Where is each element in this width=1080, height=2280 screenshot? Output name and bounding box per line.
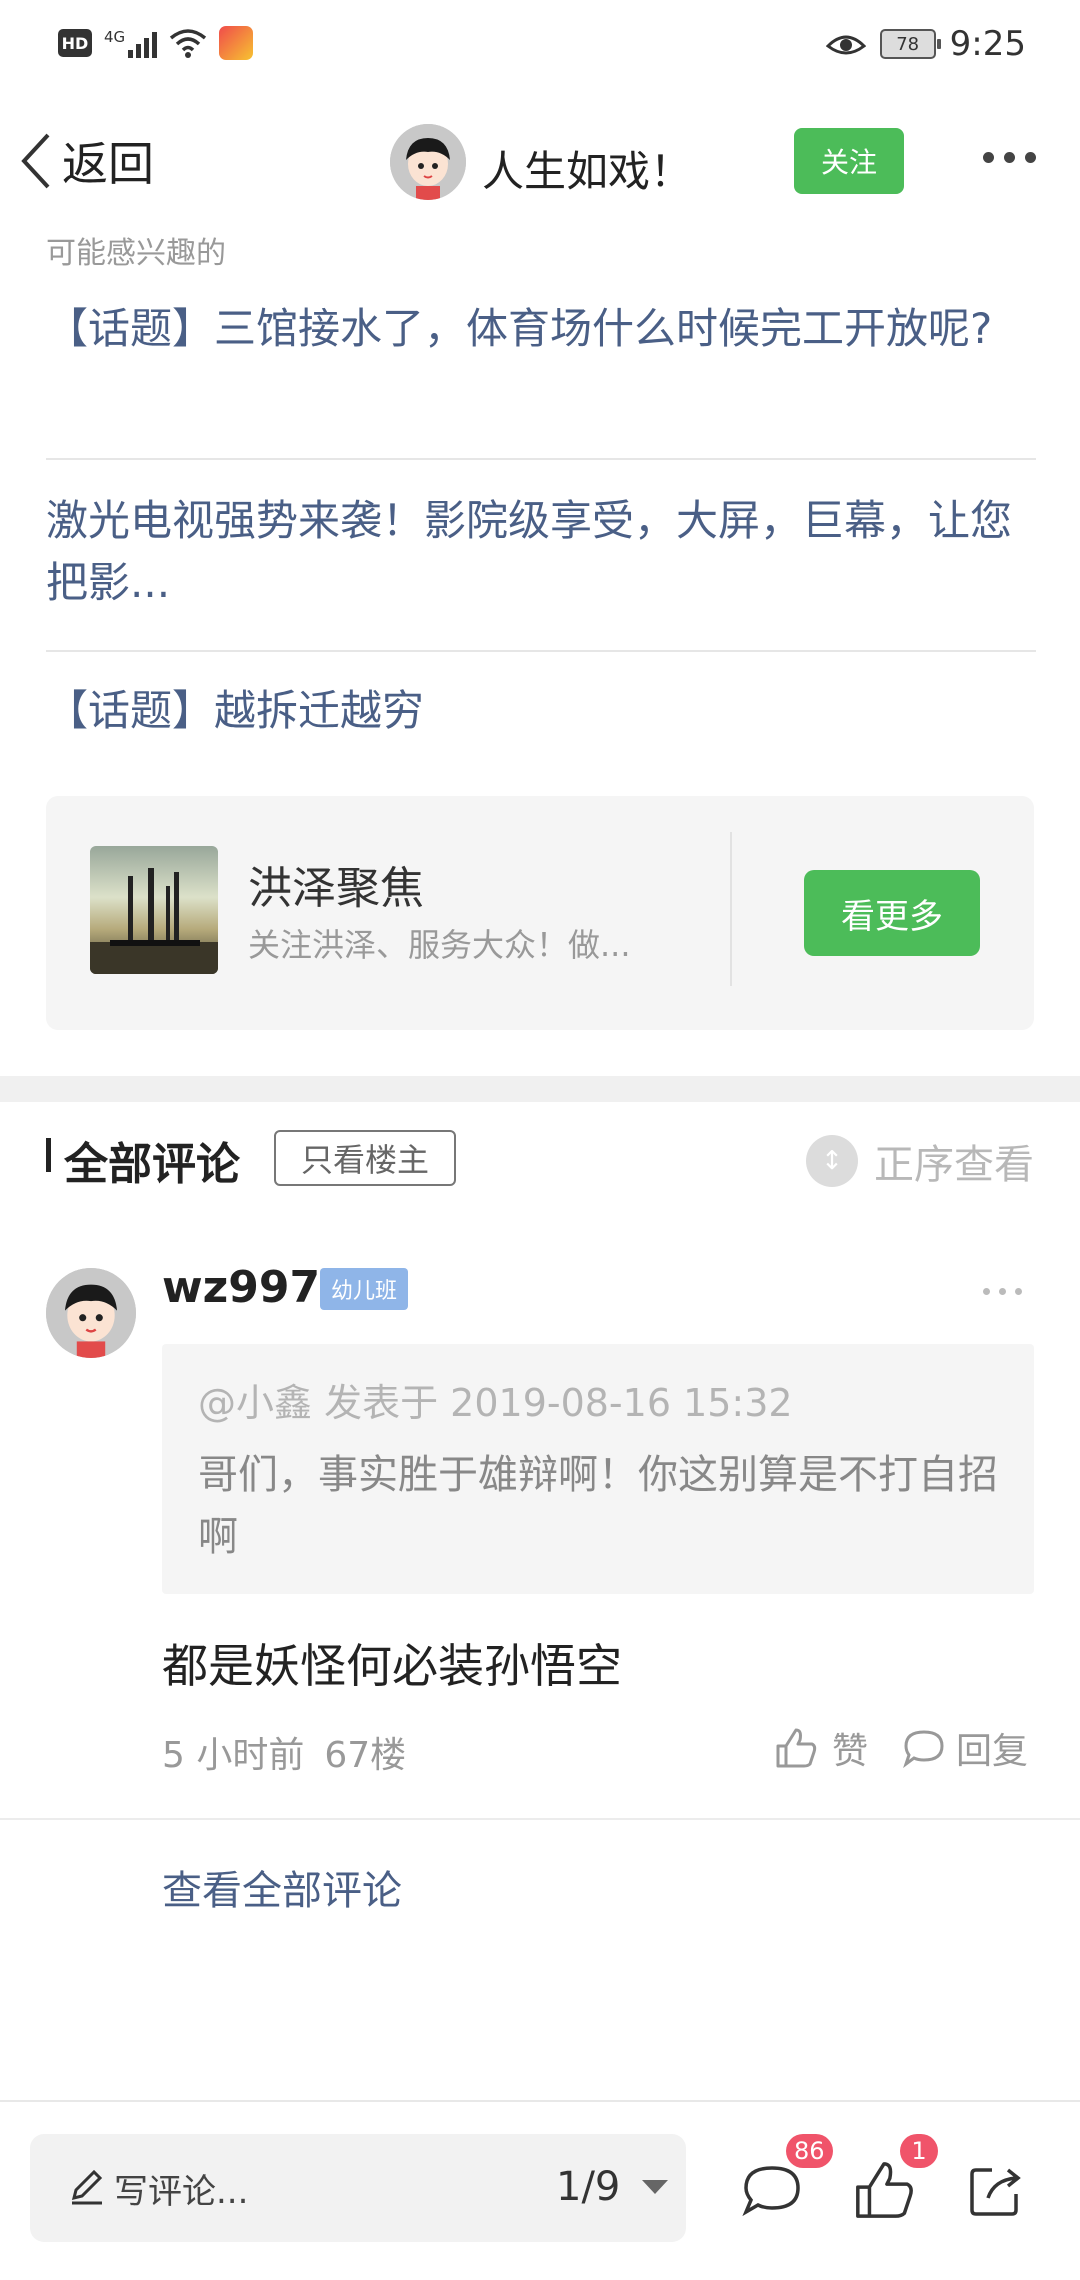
like-label: 赞: [832, 1731, 869, 1772]
reply-label: 回复: [956, 1731, 1029, 1772]
comment-meta: 5 小时前 67楼: [162, 1726, 406, 1778]
more-options-icon[interactable]: [983, 152, 1036, 163]
battery-level: 78: [896, 33, 920, 55]
like-button[interactable]: 赞: [774, 1722, 868, 1774]
divider: [0, 1818, 1080, 1820]
user-level-badge: 幼儿班: [320, 1268, 408, 1310]
share-button[interactable]: [964, 2158, 1028, 2222]
view-all-comments-link[interactable]: 查看全部评论: [162, 1858, 402, 1916]
comment-count-badge: 86: [786, 2134, 833, 2168]
back-button[interactable]: 返回: [18, 128, 154, 194]
write-comment-input[interactable]: 写评论... 1/9: [30, 2134, 686, 2242]
commenter-username[interactable]: wz997: [162, 1262, 320, 1313]
back-label: 返回: [62, 137, 154, 191]
only-owner-button[interactable]: 只看楼主: [274, 1130, 456, 1186]
follow-button[interactable]: 关注: [794, 128, 904, 194]
hd-indicator: HD: [58, 29, 92, 57]
related-item[interactable]: 【话题】三馆接水了，体育场什么时候完工开放呢?: [46, 298, 1036, 360]
related-section-label: 可能感兴趣的: [46, 236, 226, 271]
comment-floor: 67楼: [324, 1735, 407, 1776]
related-item[interactable]: 【话题】越拆迁越穷: [46, 680, 1036, 742]
quoted-comment: @小鑫 发表于 2019-08-16 15:32 哥们，事实胜于雄辩啊！你这别算…: [162, 1344, 1034, 1594]
comment-placeholder: 写评论...: [114, 2172, 249, 2212]
sort-order-label: 正序查看: [874, 1142, 1034, 1188]
quote-header: @小鑫 发表于 2019-08-16 15:32: [198, 1381, 793, 1425]
divider: [46, 458, 1036, 460]
bottom-bar-divider: [0, 2100, 1080, 2102]
comment-more-icon[interactable]: [983, 1288, 1022, 1295]
chevron-left-icon: [21, 133, 50, 189]
sort-icon: ↕: [806, 1135, 858, 1187]
page-indicator[interactable]: 1/9: [556, 2164, 620, 2210]
comments-button[interactable]: [740, 2158, 804, 2222]
caret-down-icon[interactable]: [642, 2180, 668, 2194]
channel-title: 洪泽聚焦: [248, 863, 424, 914]
clock: 9:25: [949, 24, 1026, 64]
eye-comfort-icon: [825, 35, 866, 55]
comment-content: 都是妖怪何必装孙悟空: [162, 1639, 622, 1693]
channel-card[interactable]: 洪泽聚焦 关注洪泽、服务大众！做... 看更多: [46, 796, 1034, 1030]
pencil-icon: [71, 2169, 103, 2205]
cellular-signal-icon: 4G: [104, 28, 158, 58]
thumbs-up-icon: [856, 2162, 913, 2218]
quote-text: 哥们，事实胜于雄辩啊！你这别算是不打自招啊: [198, 1452, 998, 1560]
channel-thumbnail: [90, 846, 218, 974]
related-item[interactable]: 激光电视强势来袭！影院级享受，大屏，巨幕，让您把影...: [46, 490, 1036, 614]
status-bar: HD 4G 78 9:25: [0, 0, 1080, 92]
comment-bubble-icon: [903, 1730, 944, 1768]
network-type: 4G: [104, 28, 126, 46]
app-notification-icon: [219, 26, 254, 60]
comment-time: 5 小时前: [162, 1735, 305, 1776]
comments-title-marker: [46, 1138, 51, 1172]
status-right: 78 9:25: [825, 24, 1026, 64]
thumbs-up-icon: [776, 1728, 817, 1768]
divider: [46, 650, 1036, 652]
channel-description: 关注洪泽、服务大众！做...: [248, 926, 631, 964]
wifi-icon: [170, 29, 207, 58]
card-divider: [730, 832, 732, 986]
sort-order-button[interactable]: ↕ 正序查看: [806, 1132, 1034, 1190]
section-separator: [0, 1076, 1080, 1102]
comment-icon: [742, 2166, 800, 2217]
commenter-avatar[interactable]: [46, 1268, 136, 1358]
author-name[interactable]: 人生如戏！: [482, 138, 692, 199]
status-left: HD 4G: [58, 26, 254, 60]
like-article-button[interactable]: [852, 2158, 916, 2222]
battery-icon: 78: [879, 29, 941, 59]
reply-button[interactable]: 回复: [902, 1722, 1028, 1774]
comments-title: 全部评论: [64, 1139, 240, 1190]
share-icon: [970, 2168, 1021, 2216]
like-count-badge: 1: [900, 2134, 938, 2168]
author-avatar[interactable]: [390, 124, 466, 200]
see-more-button[interactable]: 看更多: [804, 870, 980, 956]
